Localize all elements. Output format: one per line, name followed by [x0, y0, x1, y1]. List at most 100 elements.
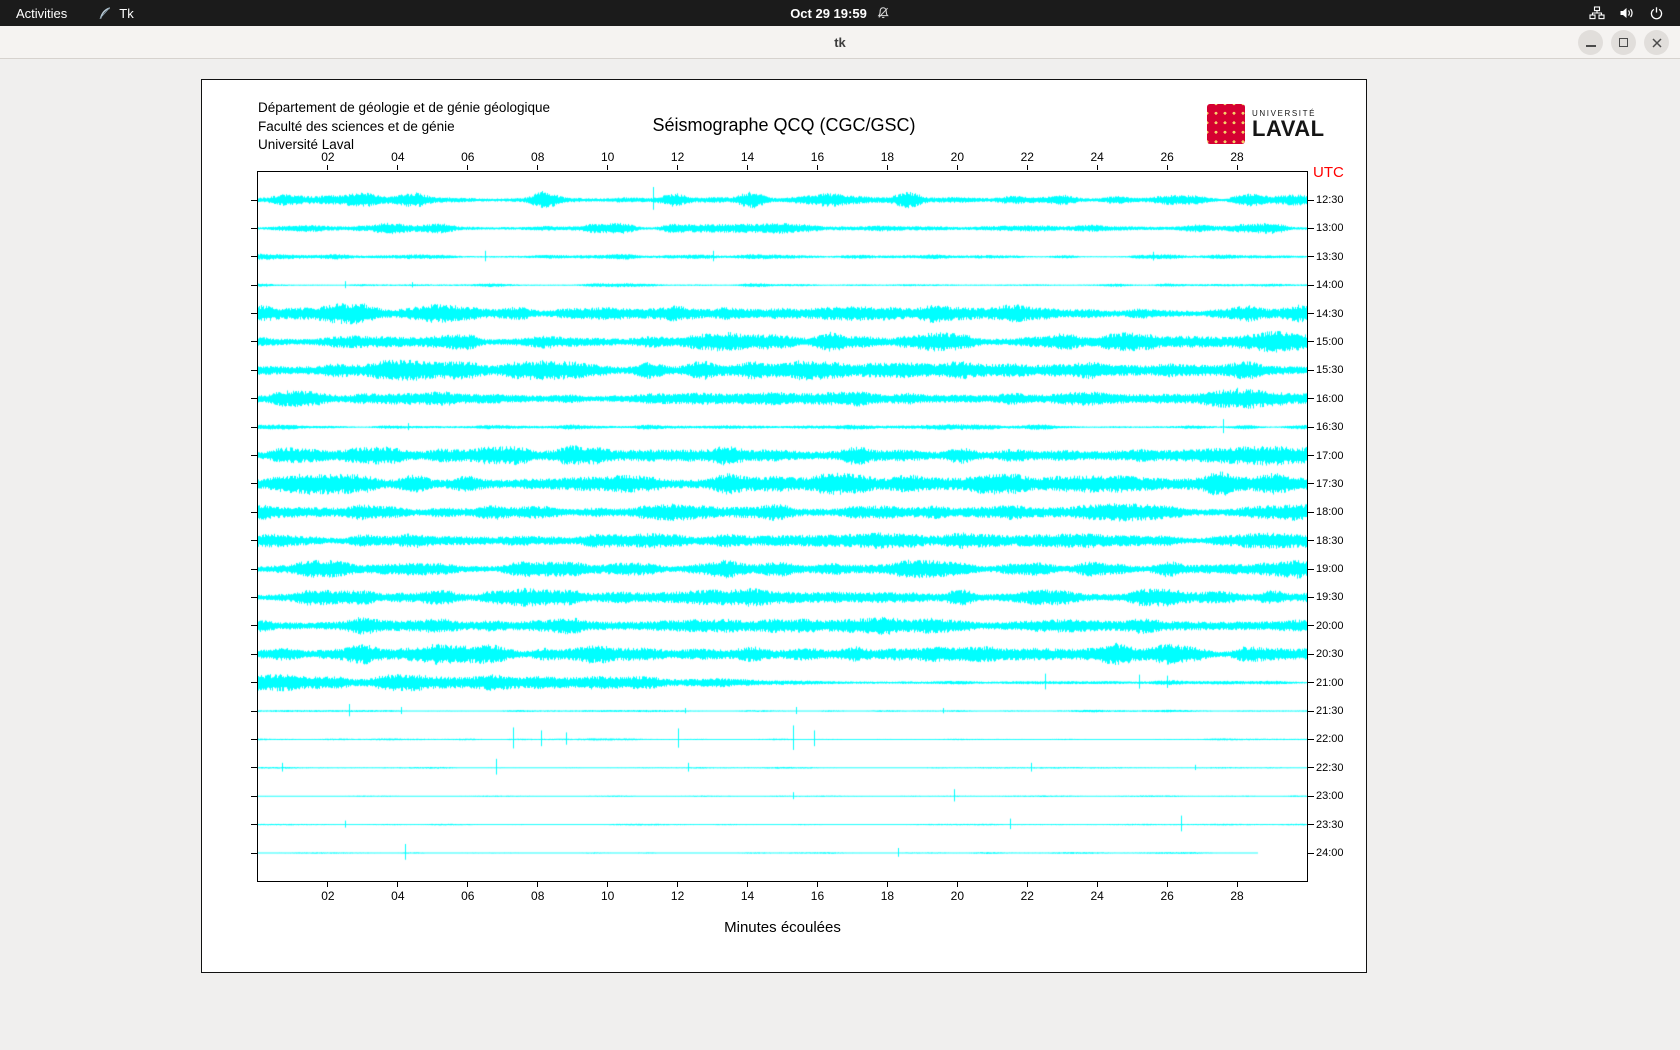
- trace-time-label: 20:30: [1316, 647, 1344, 661]
- x-axis-tick-top: [1167, 165, 1168, 170]
- trace-tick-right: [1308, 540, 1314, 541]
- x-axis-label-top: 04: [391, 150, 404, 164]
- trace-tick-left: [251, 228, 257, 229]
- x-axis-label-bottom: 16: [811, 889, 824, 903]
- trace-tick-left: [251, 824, 257, 825]
- x-axis-label-top: 14: [741, 150, 754, 164]
- x-axis-tick-top: [1027, 165, 1028, 170]
- x-axis-label-bottom: 12: [671, 889, 684, 903]
- x-axis-tick-top: [677, 165, 678, 170]
- trace-tick-right: [1308, 767, 1314, 768]
- trace-tick-right: [1308, 824, 1314, 825]
- trace-time-label: 21:30: [1316, 704, 1344, 718]
- trace-tick-right: [1308, 228, 1314, 229]
- laval-shield-icon: [1207, 104, 1245, 144]
- trace-tick-left: [251, 682, 257, 683]
- trace-tick-left: [251, 313, 257, 314]
- x-axis-tick-top: [887, 165, 888, 170]
- clock-menu[interactable]: Oct 29 19:59: [790, 0, 890, 26]
- trace-tick-left: [251, 512, 257, 513]
- trace-tick-right: [1308, 455, 1314, 456]
- volume-icon: [1619, 6, 1635, 20]
- x-axis-tick-bottom: [747, 882, 748, 887]
- trace-tick-right: [1308, 427, 1314, 428]
- trace-tick-right: [1308, 370, 1314, 371]
- trace-time-label: 13:30: [1316, 250, 1344, 264]
- window-titlebar[interactable]: tk: [0, 26, 1680, 59]
- trace-time-label: 17:00: [1316, 449, 1344, 463]
- trace-tick-right: [1308, 739, 1314, 740]
- x-axis-tick-top: [537, 165, 538, 170]
- x-axis-label-top: 02: [321, 150, 334, 164]
- trace-tick-left: [251, 455, 257, 456]
- x-axis-tick-top: [327, 165, 328, 170]
- trace-tick-right: [1308, 682, 1314, 683]
- trace-time-label: 16:30: [1316, 420, 1344, 434]
- trace-time-label: 13:00: [1316, 221, 1344, 235]
- x-axis-tick-bottom: [1027, 882, 1028, 887]
- maximize-button[interactable]: [1611, 30, 1636, 55]
- trace-tick-right: [1308, 512, 1314, 513]
- x-axis-title: Minutes écoulées: [258, 919, 1307, 936]
- focused-app-indicator[interactable]: Tk: [97, 0, 133, 26]
- x-axis-label-top: 28: [1230, 150, 1243, 164]
- x-axis-tick-bottom: [1237, 882, 1238, 887]
- trace-tick-right: [1308, 625, 1314, 626]
- network-icon: [1589, 6, 1605, 20]
- trace-tick-right: [1308, 341, 1314, 342]
- x-axis-tick-bottom: [537, 882, 538, 887]
- x-axis-tick-bottom: [817, 882, 818, 887]
- close-button[interactable]: [1644, 30, 1669, 55]
- trace-tick-left: [251, 540, 257, 541]
- trace-time-label: 12:30: [1316, 193, 1344, 207]
- trace-tick-left: [251, 711, 257, 712]
- x-axis-tick-top: [817, 165, 818, 170]
- x-axis-tick-top: [607, 165, 608, 170]
- x-axis-tick-bottom: [1097, 882, 1098, 887]
- trace-time-label: 14:00: [1316, 278, 1344, 292]
- x-axis-label-bottom: 26: [1160, 889, 1173, 903]
- trace-tick-left: [251, 767, 257, 768]
- trace-tick-left: [251, 427, 257, 428]
- top-bar: Activities Tk Oct 29 19:59: [0, 0, 1680, 26]
- trace-tick-right: [1308, 313, 1314, 314]
- trace-tick-right: [1308, 597, 1314, 598]
- x-axis-label-top: 26: [1160, 150, 1173, 164]
- x-axis-tick-bottom: [397, 882, 398, 887]
- trace-time-label: 14:30: [1316, 307, 1344, 321]
- activities-label: Activities: [16, 6, 67, 21]
- x-axis-tick-top: [1237, 165, 1238, 170]
- x-axis-label-top: 10: [601, 150, 614, 164]
- trace-tick-right: [1308, 654, 1314, 655]
- x-axis-label-top: 18: [881, 150, 894, 164]
- x-axis-label-bottom: 14: [741, 889, 754, 903]
- trace-tick-right: [1308, 796, 1314, 797]
- x-axis-label-bottom: 08: [531, 889, 544, 903]
- trace-time-label: 21:00: [1316, 676, 1344, 690]
- x-axis-tick-bottom: [887, 882, 888, 887]
- x-axis-label-top: 08: [531, 150, 544, 164]
- trace-time-label: 19:00: [1316, 562, 1344, 576]
- minimize-button[interactable]: [1578, 30, 1603, 55]
- system-status-menu[interactable]: [1589, 0, 1680, 26]
- window-content: Département de géologie et de génie géol…: [0, 60, 1680, 1050]
- x-axis-tick-bottom: [1167, 882, 1168, 887]
- activities-button[interactable]: Activities: [16, 0, 67, 26]
- laval-logo: UNIVERSITÉ LAVAL: [1207, 103, 1325, 145]
- utc-label: UTC: [1313, 164, 1344, 181]
- x-axis-tick-top: [1097, 165, 1098, 170]
- trace-time-label: 15:30: [1316, 363, 1344, 377]
- trace-time-label: 19:30: [1316, 590, 1344, 604]
- x-axis-label-bottom: 28: [1230, 889, 1243, 903]
- trace-tick-left: [251, 597, 257, 598]
- window-title: tk: [0, 26, 1680, 59]
- trace-time-label: 15:00: [1316, 335, 1344, 349]
- trace-time-label: 24:00: [1316, 846, 1344, 860]
- x-axis-label-bottom: 24: [1091, 889, 1104, 903]
- x-axis-label-top: 22: [1021, 150, 1034, 164]
- trace-tick-left: [251, 654, 257, 655]
- trace-tick-right: [1308, 200, 1314, 201]
- seismograph-panel: Département de géologie et de génie géol…: [201, 79, 1367, 973]
- trace-tick-left: [251, 569, 257, 570]
- laval-logo-text: UNIVERSITÉ LAVAL: [1252, 109, 1325, 139]
